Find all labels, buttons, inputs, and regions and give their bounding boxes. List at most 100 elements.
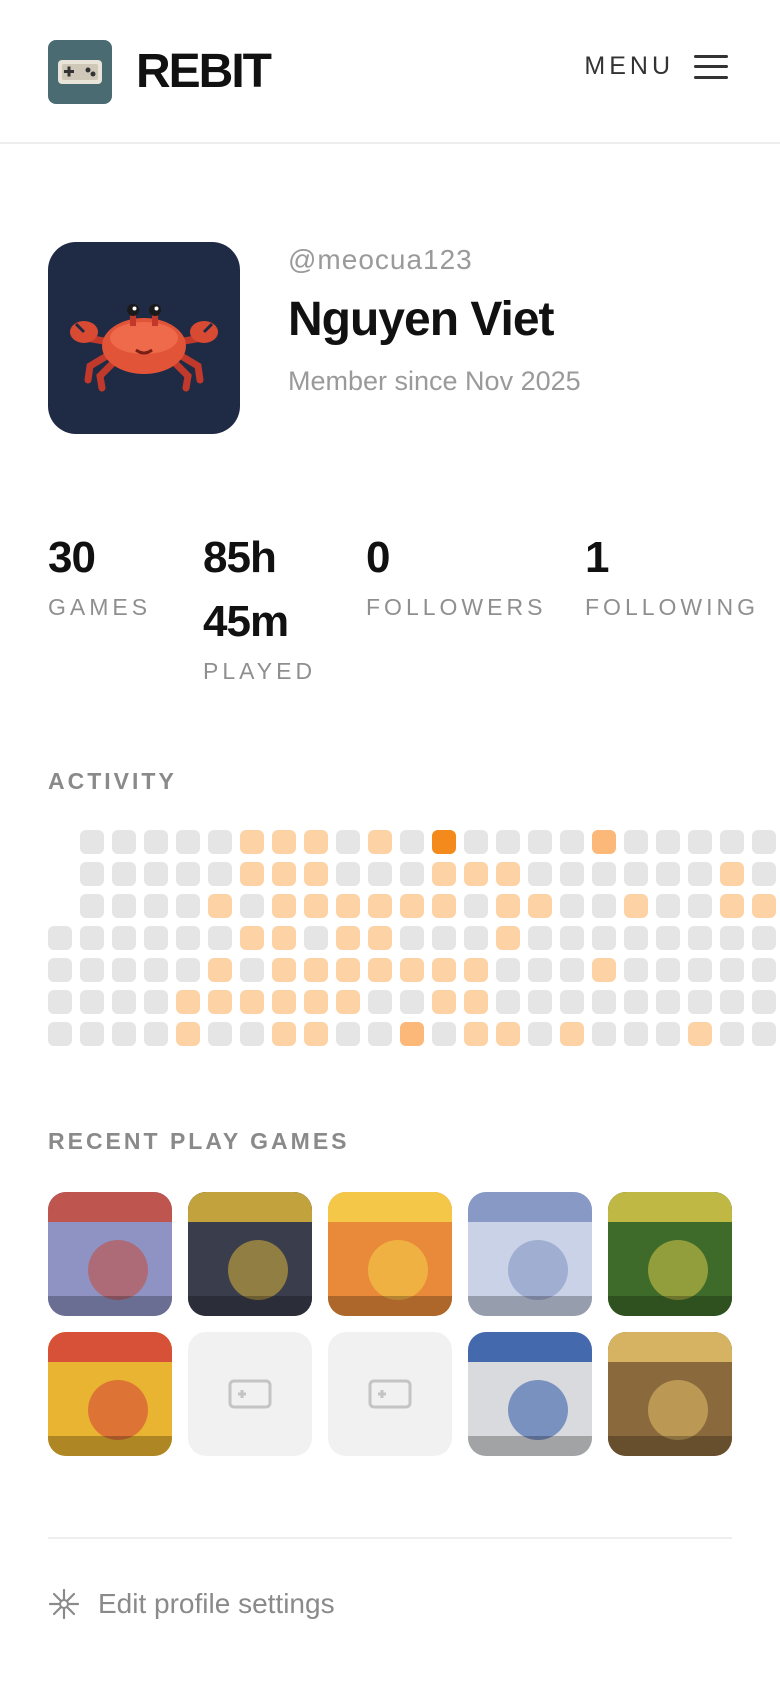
activity-cell — [560, 862, 584, 886]
game-metal-gear[interactable] — [468, 1332, 592, 1456]
activity-cell — [624, 926, 648, 950]
stat-games-value: 30 — [48, 533, 96, 582]
activity-cell — [656, 958, 680, 982]
gamepad-icon[interactable] — [48, 40, 112, 104]
activity-cell — [176, 990, 200, 1014]
game-placeholder[interactable] — [328, 1332, 452, 1456]
activity-cell — [688, 958, 712, 982]
activity-cell — [752, 926, 776, 950]
activity-cell — [304, 926, 328, 950]
activity-cell — [48, 958, 72, 982]
stat-followers-label[interactable]: FOLLOWERS — [366, 594, 546, 621]
activity-cell — [208, 958, 232, 982]
activity-cell — [656, 990, 680, 1014]
activity-cell — [592, 1022, 616, 1046]
activity-cell — [144, 862, 168, 886]
activity-cell — [560, 958, 584, 982]
game-secret-of-mana[interactable] — [608, 1192, 732, 1316]
activity-cell — [720, 926, 744, 950]
activity-cell — [496, 830, 520, 854]
activity-cell — [368, 926, 392, 950]
activity-cell — [48, 1022, 72, 1046]
stat-played-value-hours: 85h — [203, 533, 277, 582]
stat-played-label: PLAYED — [203, 658, 317, 684]
username-handle: @meocua123 — [288, 244, 473, 275]
activity-cell — [752, 958, 776, 982]
avatar — [48, 242, 240, 434]
activity-cell — [624, 1022, 648, 1046]
game-cover-art — [188, 1192, 312, 1316]
activity-cell — [400, 926, 424, 950]
activity-cell — [560, 830, 584, 854]
activity-cell — [496, 862, 520, 886]
activity-cell — [752, 1022, 776, 1046]
activity-cell — [752, 862, 776, 886]
activity-cell — [432, 958, 456, 982]
activity-cell — [560, 990, 584, 1014]
activity-cell — [752, 990, 776, 1014]
activity-cell — [656, 926, 680, 950]
activity-cell — [688, 1022, 712, 1046]
activity-cell — [304, 862, 328, 886]
activity-cell — [208, 894, 232, 918]
activity-cell — [112, 894, 136, 918]
activity-cell — [112, 990, 136, 1014]
activity-cell — [80, 1022, 104, 1046]
activity-cell — [464, 1022, 488, 1046]
game-contra[interactable] — [48, 1192, 172, 1316]
divider — [48, 1537, 732, 1539]
activity-cell — [304, 958, 328, 982]
activity-cell — [720, 958, 744, 982]
stat-followers-value[interactable]: 0 — [366, 526, 391, 590]
crab-avatar-icon — [70, 304, 218, 392]
game-pokemon-soulsilver[interactable] — [468, 1192, 592, 1316]
activity-cell — [528, 862, 552, 886]
activity-cell — [528, 926, 552, 950]
activity-cell — [720, 830, 744, 854]
activity-cell — [112, 1022, 136, 1046]
activity-cell — [80, 926, 104, 950]
activity-cell — [560, 926, 584, 950]
activity-cell — [272, 990, 296, 1014]
activity-cell — [80, 830, 104, 854]
activity-cell — [624, 958, 648, 982]
activity-cell — [592, 894, 616, 918]
game-metal-slug-x[interactable] — [608, 1332, 732, 1456]
activity-cell — [592, 958, 616, 982]
activity-cell — [592, 830, 616, 854]
activity-cell — [528, 830, 552, 854]
activity-cell — [368, 894, 392, 918]
activity-cell — [272, 830, 296, 854]
activity-cell — [304, 830, 328, 854]
edit-profile-settings-link[interactable]: Edit profile settings — [48, 1588, 335, 1620]
activity-cell — [528, 1022, 552, 1046]
game-kirby-super-star[interactable] — [48, 1332, 172, 1456]
top-bar: REBIT MENU — [0, 0, 780, 144]
activity-cell — [80, 862, 104, 886]
gamepad-placeholder-icon — [228, 1379, 272, 1409]
game-pokemon-firered[interactable] — [328, 1192, 452, 1316]
game-placeholder[interactable] — [188, 1332, 312, 1456]
activity-cell — [304, 894, 328, 918]
activity-cell — [624, 862, 648, 886]
stat-following-value[interactable]: 1 — [585, 526, 610, 590]
activity-cell — [432, 990, 456, 1014]
activity-cell — [112, 862, 136, 886]
activity-cell — [496, 990, 520, 1014]
game-cover-art — [608, 1192, 732, 1316]
recent-games-title: RECENT PLAY GAMES — [48, 1128, 350, 1154]
activity-cell — [432, 862, 456, 886]
activity-cell — [272, 894, 296, 918]
activity-cell — [176, 862, 200, 886]
activity-heatmap — [0, 830, 780, 1050]
activity-cell — [80, 894, 104, 918]
game-advance-wars-2[interactable] — [188, 1192, 312, 1316]
brand-name[interactable]: REBIT — [136, 44, 272, 100]
stat-following-label[interactable]: FOLLOWING — [585, 594, 759, 621]
activity-cell — [656, 894, 680, 918]
menu-button[interactable]: MENU — [584, 52, 728, 81]
activity-cell — [208, 990, 232, 1014]
activity-cell — [400, 862, 424, 886]
activity-cell — [656, 1022, 680, 1046]
hamburger-icon — [694, 54, 728, 80]
